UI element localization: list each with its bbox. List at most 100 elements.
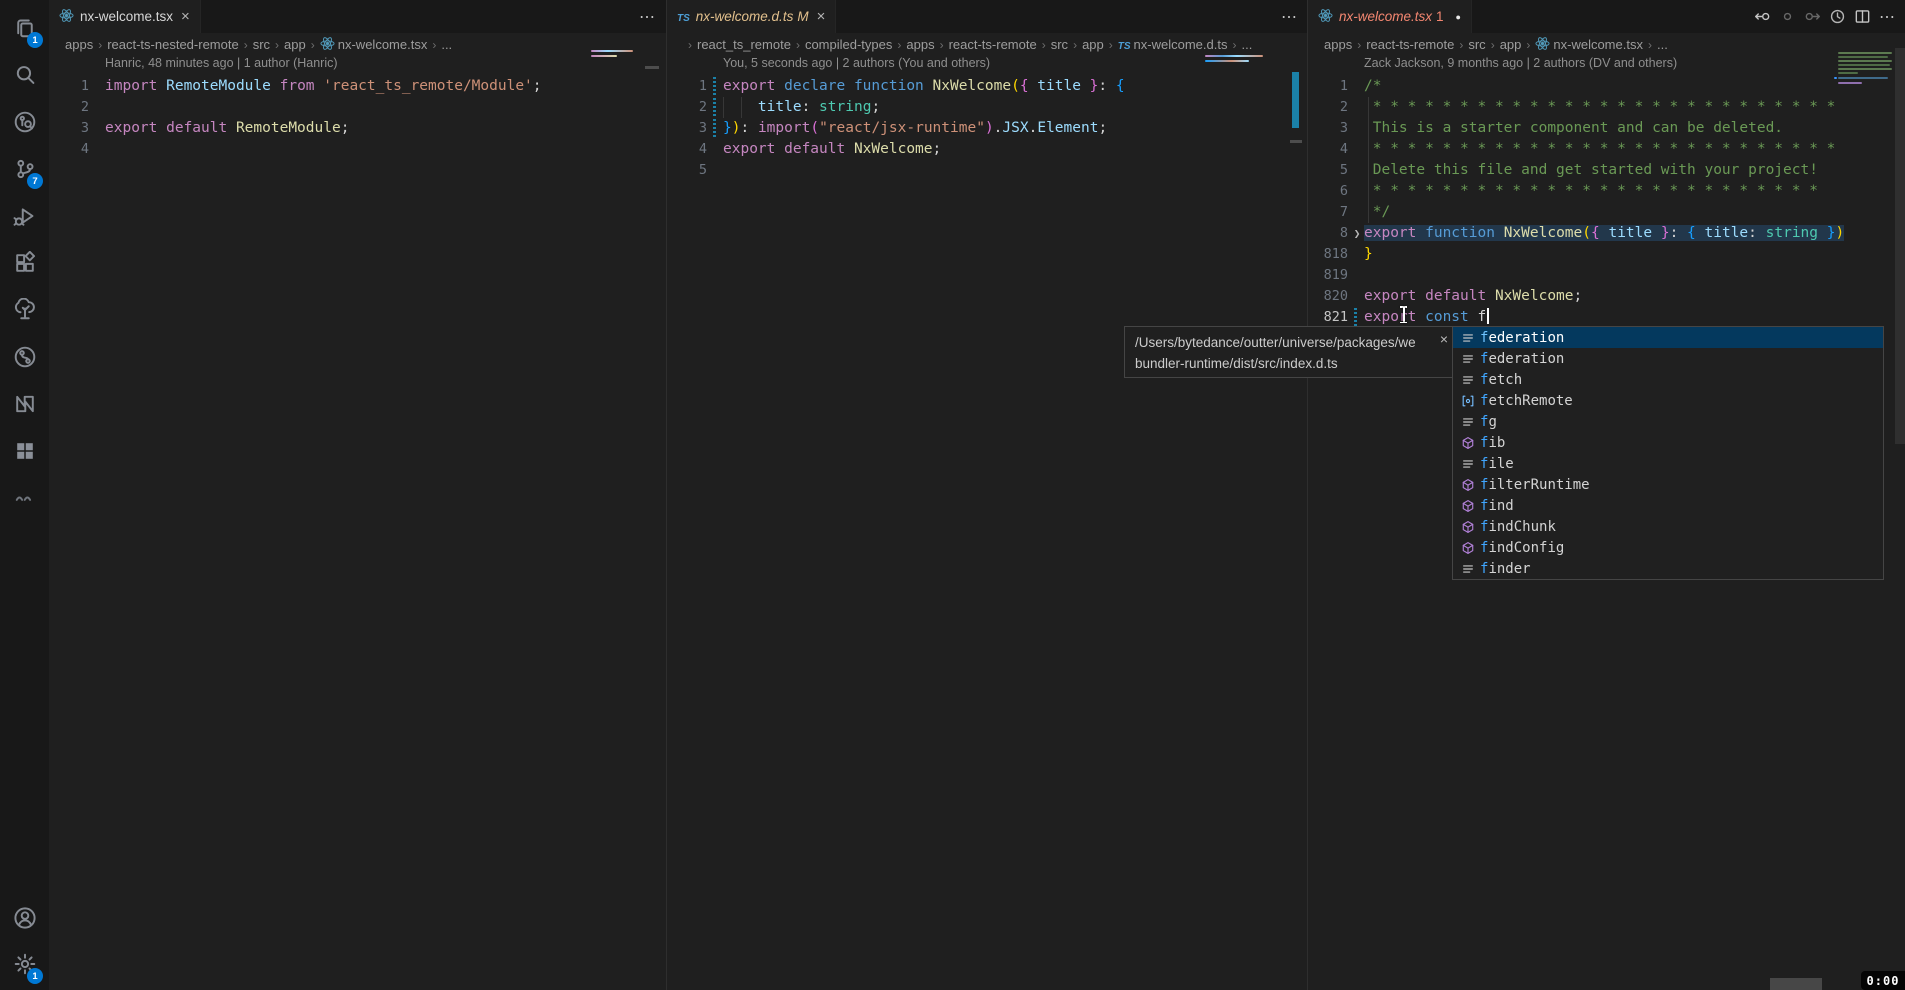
breadcrumb-item[interactable]: app [284,37,306,52]
breadcrumb-item[interactable]: src [1468,37,1485,52]
breadcrumb-item[interactable]: react-ts-nested-remote [107,37,239,52]
code-line[interactable]: 7 */ [1308,202,1905,223]
suggest-text-icon [1458,415,1477,429]
suggest-item[interactable]: fetch [1453,369,1883,390]
tab-nx-welcome.tsx[interactable]: nx-welcome.tsx× [49,0,201,33]
breadcrumb-item[interactable]: react_ts_remote [697,37,791,52]
scrollbar-vertical[interactable] [1895,48,1905,444]
breadcrumb-item[interactable]: apps [1324,37,1352,52]
code-line[interactable]: 6 * * * * * * * * * * * * * * * * * * * … [1308,181,1905,202]
close-icon[interactable]: × [1440,331,1448,347]
breadcrumb-item[interactable]: nx-welcome.tsx [320,36,428,54]
code-line[interactable]: 4export default NxWelcome; [667,139,1308,160]
activity-item-source-control[interactable]: 7 [0,147,49,191]
breadcrumb-item[interactable]: src [1051,37,1068,52]
history-icon[interactable] [1829,8,1846,25]
breadcrumb-item[interactable]: apps [65,37,93,52]
activity-item-gitlens-inspect[interactable] [0,100,49,144]
minimap[interactable] [1205,60,1249,62]
breadcrumb-item[interactable]: react-ts-remote [949,37,1037,52]
close-icon[interactable]: × [817,9,826,24]
line-number: 6 [1308,181,1348,202]
prev-change-icon[interactable] [1754,8,1771,25]
code-line[interactable]: 820export default NxWelcome; [1308,286,1905,307]
code-line[interactable]: 2 * * * * * * * * * * * * * * * * * * * … [1308,97,1905,118]
suggest-item[interactable]: filterRuntime [1453,474,1883,495]
breadcrumb-item[interactable]: src [253,37,270,52]
code-line[interactable]: 819 [1308,265,1905,286]
gitlens-blame-codelens[interactable]: Zack Jackson, 9 months ago | 2 authors (… [1364,56,1905,76]
tab-nx-welcome.d.ts[interactable]: TSnx-welcome.d.tsM× [667,0,836,33]
modified-dot-icon[interactable]: ● [1456,12,1461,22]
breadcrumb-item[interactable]: ... [1241,37,1252,52]
suggest-item[interactable]: findChunk [1453,516,1883,537]
next-change-icon[interactable] [1804,8,1821,25]
suggest-item[interactable]: federation [1453,348,1883,369]
close-icon[interactable]: × [181,9,190,24]
activity-item-commit-graph[interactable] [0,335,49,379]
suggest-item[interactable]: find [1453,495,1883,516]
code-line[interactable]: 1/* [1308,76,1905,97]
minimap[interactable] [591,55,617,57]
suggest-item[interactable]: file [1453,453,1883,474]
gitlens-blame-codelens[interactable]: Hanric, 48 minutes ago | 1 author (Hanri… [105,56,666,76]
more-icon[interactable]: ⋯ [639,7,656,27]
breadcrumb-item[interactable]: compiled-types [805,37,892,52]
more-icon[interactable]: ⋯ [1879,7,1896,27]
more-icon[interactable]: ⋯ [1281,7,1298,27]
activity-item-squiggle[interactable] [0,476,49,520]
breadcrumb-item[interactable]: app [1500,37,1522,52]
suggest-item[interactable]: fg [1453,411,1883,432]
code-line[interactable]: 3export default RemoteModule; [49,118,666,139]
code-line[interactable]: 8❯export function NxWelcome({ title }: {… [1308,223,1905,244]
minimap[interactable] [591,50,633,52]
code-line[interactable]: 2 [49,97,666,118]
activity-item-accounts[interactable] [0,896,49,940]
chevron-right-icon: › [275,38,279,52]
minimap[interactable] [1205,55,1263,57]
chevron-right-icon: › [1648,38,1652,52]
breadcrumb-item[interactable]: apps [906,37,934,52]
line-number: 3 [1308,118,1348,139]
editor-pane[interactable]: Hanric, 48 minutes ago | 1 author (Hanri… [49,56,666,990]
scrollbar-horizontal[interactable] [1770,978,1822,990]
suggest-item[interactable]: fib [1453,432,1883,453]
circle-icon[interactable] [1779,8,1796,25]
breadcrumb-item[interactable]: react-ts-remote [1366,37,1454,52]
code-line[interactable]: 3}): import("react/jsx-runtime").JSX.Ele… [667,118,1308,139]
code-line[interactable]: 821export const f [1308,307,1905,328]
breadcrumb-item[interactable]: ... [1657,37,1668,52]
code-line[interactable]: 3 This is a starter component and can be… [1308,118,1905,139]
breadcrumb-item[interactable]: app [1082,37,1104,52]
breadcrumb-item[interactable]: TSnx-welcome.d.ts [1118,37,1228,52]
split-icon[interactable] [1854,8,1871,25]
code-line[interactable]: 4 [49,139,666,160]
activity-item-run-debug[interactable] [0,194,49,238]
minimap[interactable] [1838,50,1894,94]
code-line[interactable]: 5 Delete this file and get started with … [1308,160,1905,181]
breadcrumb-item[interactable]: ... [441,37,452,52]
suggest-item[interactable]: finder [1453,558,1883,579]
activity-item-nx-console[interactable] [0,382,49,426]
suggest-item[interactable]: findConfig [1453,537,1883,558]
code-line[interactable]: 1export declare function NxWelcome({ tit… [667,76,1308,97]
activity-item-extensions[interactable] [0,241,49,285]
activity-item-settings[interactable]: 1 [0,942,49,986]
code-line[interactable]: 1import RemoteModule from 'react_ts_remo… [49,76,666,97]
line-number: 5 [667,160,707,181]
breadcrumb-item[interactable]: nx-welcome.tsx [1535,36,1643,54]
activity-item-search[interactable] [0,53,49,97]
activity-item-explorer[interactable]: 1 [0,6,49,50]
fold-chevron-icon[interactable]: ❯ [1350,223,1364,244]
suggest-item[interactable]: fetchRemote [1453,390,1883,411]
editor-pane[interactable]: You, 5 seconds ago | 2 authors (You and … [667,56,1308,990]
code-line[interactable]: 2 title: string; [667,97,1308,118]
suggest-item[interactable]: federation [1453,327,1883,348]
activity-item-grid[interactable] [0,429,49,473]
tab-nx-welcome.tsx[interactable]: nx-welcome.tsx1● [1308,0,1472,33]
activity-item-testing-tree[interactable] [0,288,49,332]
code-line[interactable]: 5 [667,160,1308,181]
code-line[interactable]: 4 * * * * * * * * * * * * * * * * * * * … [1308,139,1905,160]
code-line[interactable]: 818} [1308,244,1905,265]
gitlens-blame-codelens[interactable]: You, 5 seconds ago | 2 authors (You and … [723,56,1308,76]
